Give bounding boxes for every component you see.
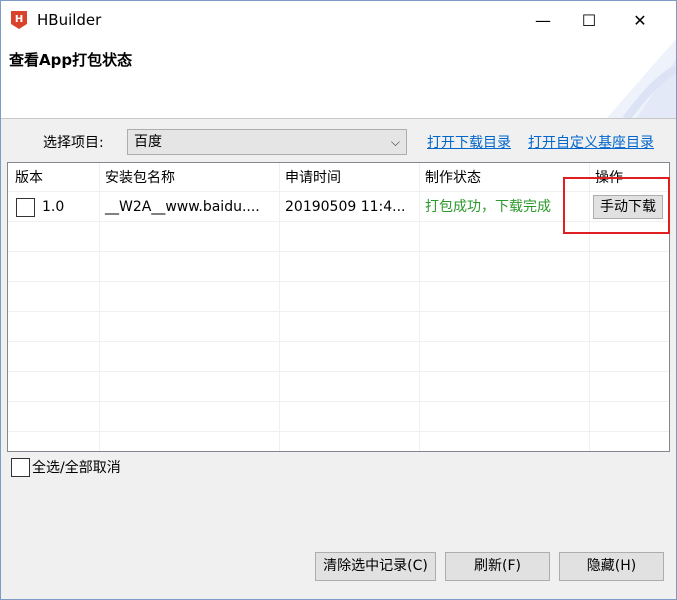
refresh-button[interactable]: 刷新(F) — [445, 552, 550, 581]
minimize-button[interactable]: — — [520, 1, 566, 39]
grid-line — [279, 163, 280, 451]
page-title: 查看App打包状态 — [9, 51, 133, 69]
header-decoration-graphic — [606, 39, 676, 118]
hbuilder-window: H HBuilder — ☐ ✕ 查看App打包状态 选择项目: 百度 ⌵ 打开… — [0, 0, 677, 600]
hide-button[interactable]: 隐藏(H) — [559, 552, 664, 581]
grid-line — [8, 251, 669, 252]
clear-selected-records-button[interactable]: 清除选中记录(C) — [315, 552, 436, 581]
title-bar: H HBuilder — ☐ ✕ — [1, 1, 676, 39]
project-select-value: 百度 — [134, 134, 162, 150]
grid-line — [8, 281, 669, 282]
row-status: 打包成功，下载完成 — [425, 199, 551, 215]
svg-text:H: H — [15, 14, 23, 25]
hbuilder-logo-icon: H — [11, 11, 27, 29]
grid-line — [8, 341, 669, 342]
maximize-icon: ☐ — [581, 10, 597, 30]
row-time: 20190509 11:4... — [285, 199, 406, 215]
highlight-box — [563, 177, 670, 234]
grid-line — [419, 163, 420, 451]
select-all-checkbox[interactable] — [11, 458, 30, 477]
grid-line — [99, 163, 100, 451]
grid-line — [8, 431, 669, 432]
dialog-header: 查看App打包状态 — [1, 39, 676, 119]
grid-line — [8, 371, 669, 372]
project-label: 选择项目: — [43, 135, 104, 151]
maximize-button[interactable]: ☐ — [566, 1, 612, 39]
project-select[interactable]: 百度 ⌵ — [127, 129, 407, 155]
open-download-dir-link[interactable]: 打开下载目录 — [427, 133, 511, 153]
column-header-package-name[interactable]: 安装包名称 — [105, 168, 175, 188]
open-custom-base-dir-link[interactable]: 打开自定义基座目录 — [528, 133, 654, 153]
close-button[interactable]: ✕ — [617, 1, 663, 39]
column-header-time[interactable]: 申请时间 — [285, 168, 341, 188]
column-header-status[interactable]: 制作状态 — [425, 168, 481, 188]
minimize-icon: — — [535, 10, 551, 30]
window-title: HBuilder — [37, 11, 102, 29]
row-version: 1.0 — [42, 199, 65, 215]
grid-line — [8, 311, 669, 312]
row-checkbox[interactable] — [16, 198, 35, 217]
row-package-name: __W2A__www.baidu.... — [105, 199, 260, 215]
close-icon: ✕ — [633, 10, 647, 30]
grid-line — [8, 401, 669, 402]
select-all-label[interactable]: 全选/全部取消 — [32, 458, 121, 478]
chevron-down-icon: ⌵ — [390, 135, 400, 149]
column-header-version[interactable]: 版本 — [15, 168, 43, 188]
